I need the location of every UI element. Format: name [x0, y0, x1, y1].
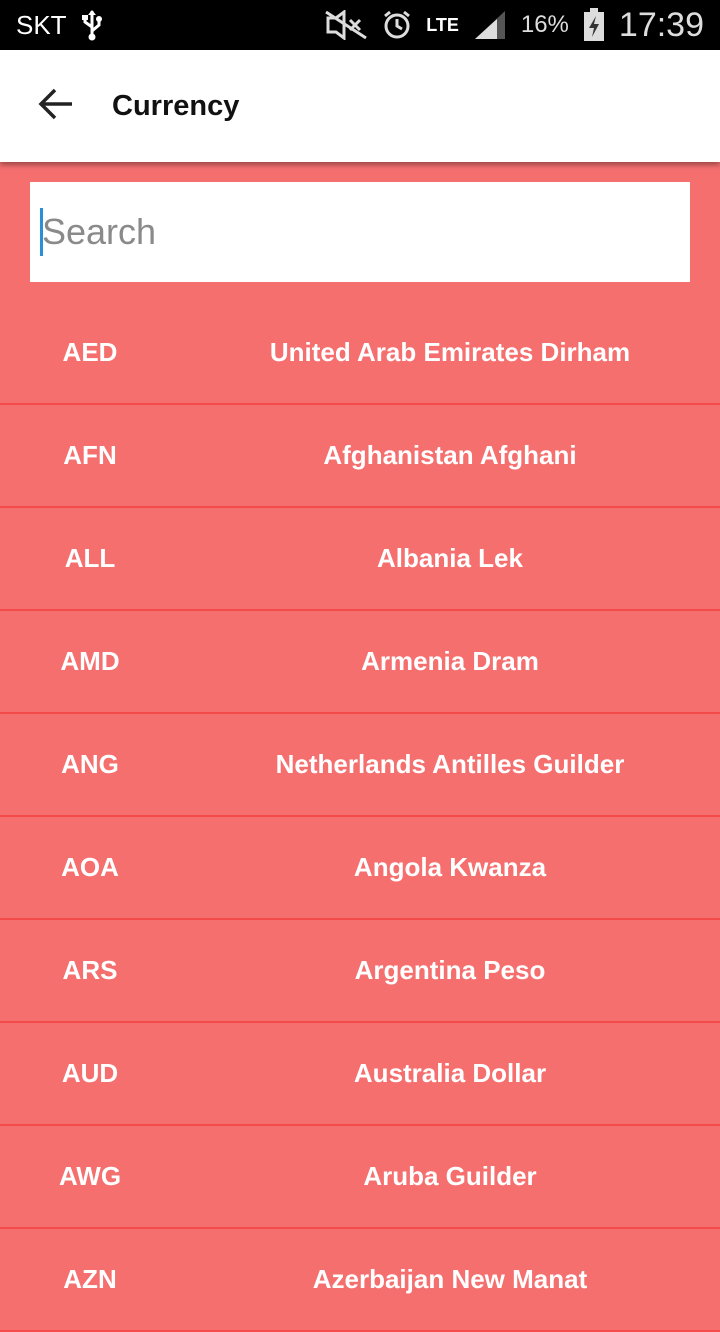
- currency-name: Angola Kwanza: [353, 852, 547, 882]
- signal-icon: [473, 9, 507, 41]
- currency-row-azn[interactable]: AZN Azerbaijan New Manat: [0, 1229, 720, 1332]
- back-button[interactable]: [24, 74, 88, 138]
- clock: 17:39: [618, 5, 704, 44]
- currency-row-ang[interactable]: ANG Netherlands Antilles Guilder: [0, 714, 720, 817]
- search-input[interactable]: [30, 182, 690, 282]
- currency-list: AED United Arab Emirates Dirham AFN Afgh…: [0, 302, 720, 1332]
- currency-name: Afghanistan Afghani: [323, 440, 577, 470]
- currency-code: AUD: [61, 1058, 119, 1088]
- currency-name: Netherlands Antilles Guilder: [275, 749, 625, 779]
- currency-code: AWG: [58, 1161, 122, 1191]
- currency-code: AFN: [63, 440, 117, 470]
- currency-code: ALL: [64, 543, 116, 573]
- currency-code: AED: [62, 337, 118, 367]
- currency-row-aud[interactable]: AUD Australia Dollar: [0, 1023, 720, 1126]
- currency-code: AMD: [60, 646, 120, 676]
- currency-code: AOA: [61, 852, 119, 882]
- status-bar: SKT LTE 16% 17:39: [0, 0, 720, 50]
- carrier-label: SKT: [16, 9, 67, 40]
- currency-row-all[interactable]: ALL Albania Lek: [0, 508, 720, 611]
- currency-name: Armenia Dram: [361, 646, 539, 676]
- battery-percent: 16%: [520, 11, 569, 38]
- currency-row-afn[interactable]: AFN Afghanistan Afghani: [0, 405, 720, 508]
- currency-screen: AED United Arab Emirates Dirham AFN Afgh…: [0, 162, 720, 1332]
- currency-row-aed[interactable]: AED United Arab Emirates Dirham: [0, 302, 720, 405]
- arrow-left-icon: [38, 88, 74, 125]
- search-box[interactable]: [30, 182, 690, 282]
- alarm-icon: [382, 10, 412, 40]
- network-label: LTE: [426, 15, 459, 35]
- currency-name: United Arab Emirates Dirham: [269, 337, 631, 367]
- page-title: Currency: [112, 89, 240, 122]
- currency-code: ARS: [62, 955, 118, 985]
- battery-charging-icon: [583, 8, 605, 42]
- currency-name: Albania Lek: [377, 543, 523, 573]
- currency-row-awg[interactable]: AWG Aruba Guilder: [0, 1126, 720, 1229]
- currency-name: Argentina Peso: [354, 955, 546, 985]
- usb-icon: [81, 9, 103, 41]
- app-bar: Currency: [0, 50, 720, 162]
- currency-row-ars[interactable]: ARS Argentina Peso: [0, 920, 720, 1023]
- lte-icon: LTE: [426, 15, 459, 35]
- currency-code: ANG: [61, 749, 119, 779]
- text-caret: [40, 208, 43, 256]
- currency-name: Australia Dollar: [353, 1058, 547, 1088]
- currency-row-aoa[interactable]: AOA Angola Kwanza: [0, 817, 720, 920]
- nfc-mute-icon: [324, 10, 368, 40]
- currency-name: Aruba Guilder: [363, 1161, 537, 1191]
- currency-row-amd[interactable]: AMD Armenia Dram: [0, 611, 720, 714]
